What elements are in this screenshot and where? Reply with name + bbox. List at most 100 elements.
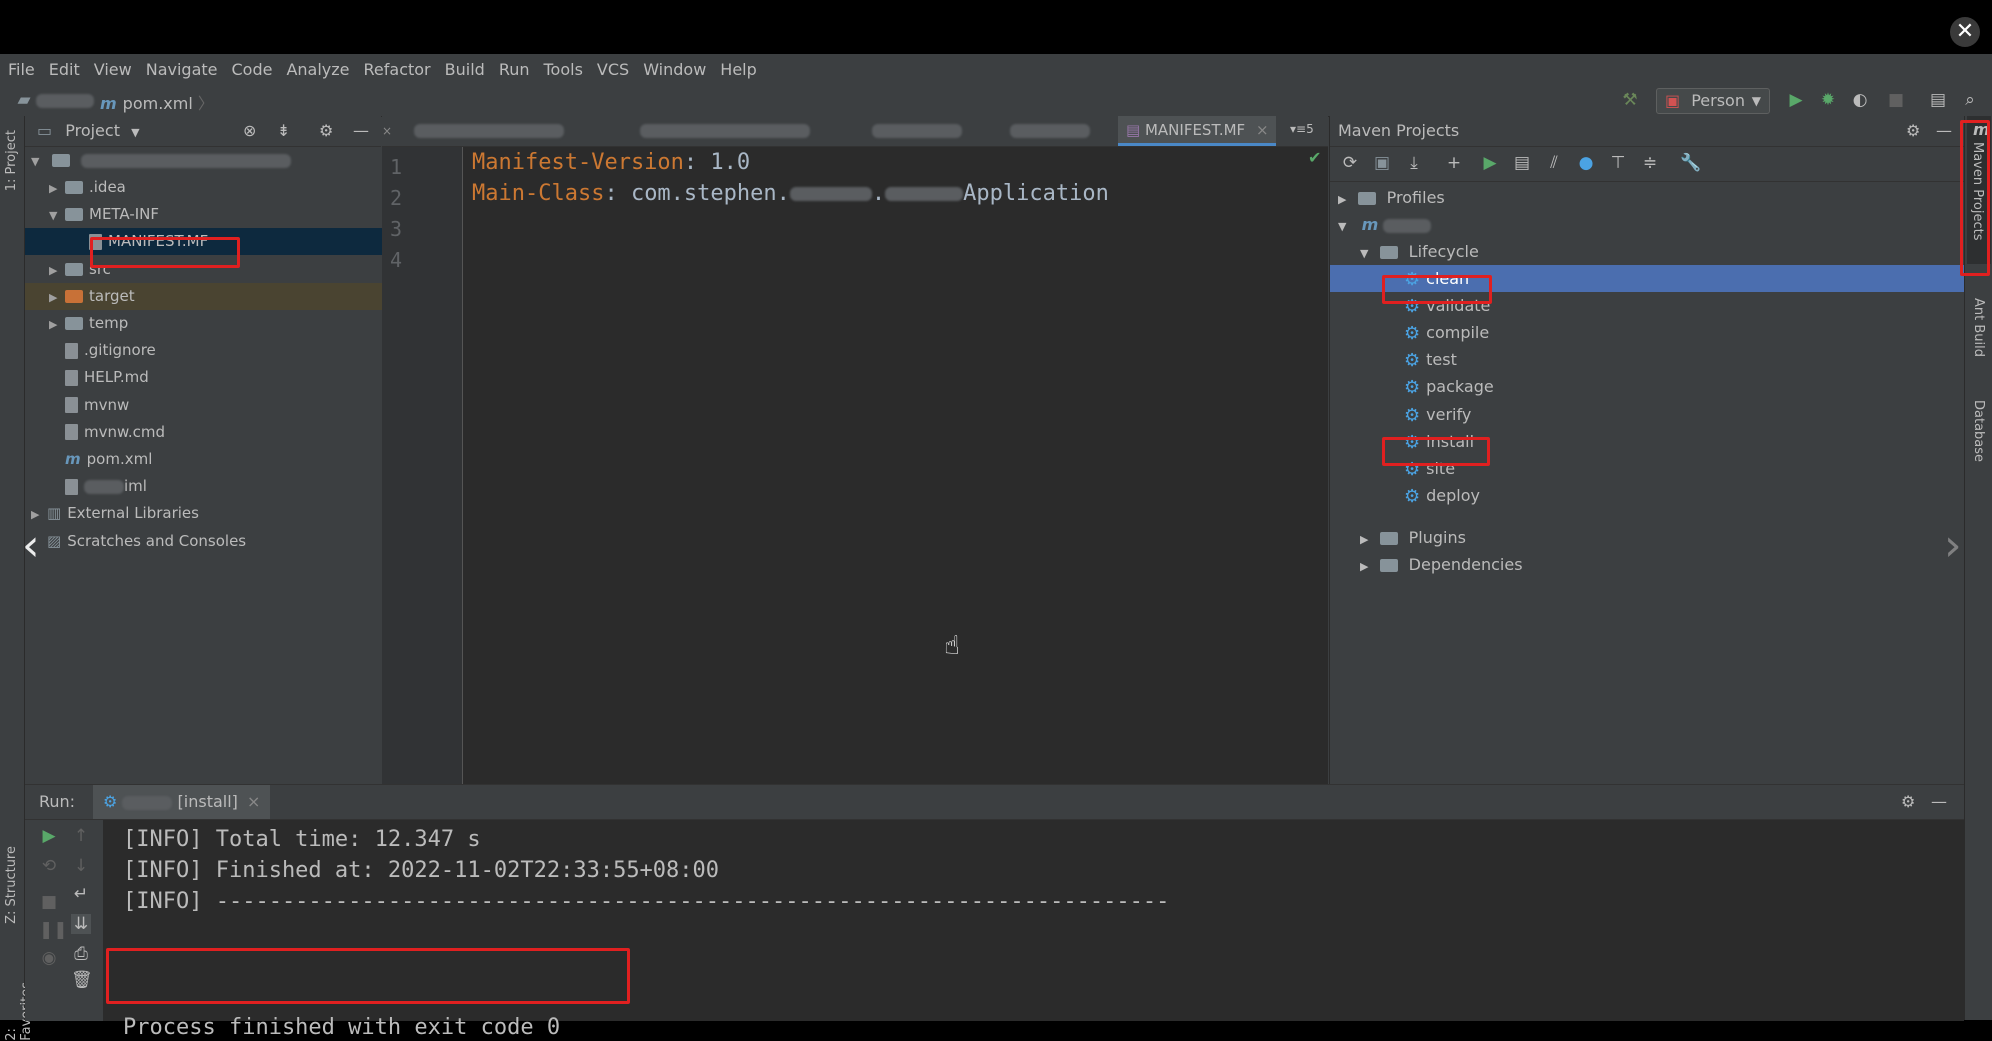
ant-build-tool-tab[interactable]: Ant Build [1971,298,1986,357]
run-configuration-select[interactable]: ▣ Person ▼ [1656,88,1770,114]
locate-icon[interactable]: ⊗ [243,116,256,146]
editor-tab-blurred[interactable] [414,124,564,138]
line-number: 3 [390,217,403,241]
inspection-ok-icon[interactable]: ✔ [1308,148,1321,167]
tree-item-mvnw[interactable]: mvnw [25,392,405,419]
coverage-icon[interactable]: ◐ [1850,90,1870,110]
tree-item-pom-xml[interactable]: m pom.xml [25,446,405,473]
print-icon[interactable]: ⎙ [71,944,91,964]
plugins-node[interactable]: ▶ Plugins [1330,524,1992,551]
collapse-all-icon[interactable]: ⇟ [277,116,290,146]
debug-icon[interactable]: ✹ [1818,90,1838,110]
project-root[interactable]: ▼ [25,147,387,174]
tree-item-gitignore[interactable]: .gitignore [25,337,405,364]
scroll-to-end-icon[interactable]: ⇊ [71,914,91,934]
run-tab-install[interactable]: ⚙ [install] × [93,785,271,819]
menu-item-analyze[interactable]: Analyze [286,60,349,79]
gear-icon[interactable]: ⚙ [1906,116,1920,146]
add-icon[interactable]: + [1444,153,1464,173]
tree-item-scratches-and-consoles[interactable]: ▨ Scratches and Consoles [25,528,387,555]
project-panel-title[interactable]: Project [65,121,120,140]
menu-item-run[interactable]: Run [499,60,530,79]
close-tab-icon[interactable]: × [382,124,392,138]
menu-item-edit[interactable]: Edit [49,60,80,79]
pause-icon[interactable]: ❚❚ [39,920,68,940]
tree-item-temp[interactable]: ▶ temp [25,310,405,337]
close-icon[interactable]: × [247,792,260,811]
menu-item-view[interactable]: View [94,60,132,79]
dependencies-node[interactable]: ▶ Dependencies [1330,551,1992,578]
generate-sources-icon[interactable]: ▣ [1372,153,1392,173]
maven-goal-test[interactable]: ⚙ test [1330,346,1992,373]
search-icon[interactable]: ⌕ [1960,90,1980,110]
trash-icon[interactable]: 🗑 [71,970,93,990]
menu-item-refactor[interactable]: Refactor [364,60,431,79]
next-arrow-icon[interactable]: › [1944,520,1962,571]
hide-icon[interactable]: — [1931,785,1947,819]
editor-tab-blurred[interactable] [640,124,810,138]
run-config-icon[interactable]: ▤ [1512,153,1532,173]
project-structure-icon[interactable]: ▤ [1928,90,1948,110]
menu-item-code[interactable]: Code [232,60,273,79]
chevron-down-icon[interactable]: ▼ [131,126,139,139]
tree-item-external-libraries[interactable]: ▶ ▥ External Libraries [25,500,387,527]
hide-icon[interactable]: — [353,116,369,146]
dependencies-label: Dependencies [1408,555,1523,574]
maven-goal-deploy[interactable]: ⚙ deploy [1330,482,1992,509]
tree-item-iml[interactable]: iml [25,473,405,500]
menu-item-help[interactable]: Help [720,60,756,79]
skip-tests-icon[interactable]: ● [1576,153,1596,173]
code-line[interactable]: Main-Class: com.stephen.. Application [472,181,1109,206]
rerun-failed-icon[interactable]: ⟲ [39,856,59,876]
maven-project-node[interactable]: ▼ m [1330,211,1972,238]
stop-icon[interactable]: ■ [39,892,59,912]
menu-item-navigate[interactable]: Navigate [146,60,218,79]
down-arrow-icon[interactable]: ↓ [71,856,91,876]
reload-icon[interactable]: ⟳ [1340,153,1360,173]
menu-item-window[interactable]: Window [643,60,706,79]
previous-arrow-icon[interactable]: ‹ [22,520,40,571]
tree-item-meta-inf[interactable]: ▼ META-INF [25,201,405,228]
tree-item-idea[interactable]: ▶ .idea [25,174,405,201]
menu-item-tools[interactable]: Tools [544,60,583,79]
close-icon[interactable]: × [1256,121,1269,139]
maven-goal-compile[interactable]: ⚙ compile [1330,319,1992,346]
show-dependencies-icon[interactable]: ⊤ [1608,153,1628,173]
gear-icon[interactable]: ⚙ [1901,785,1915,819]
database-tool-tab[interactable]: Database [1971,400,1986,462]
wrench-icon[interactable]: 🔧 [1680,153,1701,173]
collapse-all-icon[interactable]: ≑ [1640,153,1660,173]
maven-goal-verify[interactable]: ⚙ verify [1330,401,1992,428]
close-icon[interactable]: ✕ [1950,17,1980,47]
up-arrow-icon[interactable]: ↑ [71,826,91,846]
camera-icon[interactable]: ◉ [39,948,59,968]
toggle-offline-icon[interactable]: ⫽ [1544,153,1564,173]
run-icon[interactable]: ▶ [1786,90,1806,110]
lifecycle-node[interactable]: ▼ Lifecycle [1330,238,1992,265]
structure-tool-tab[interactable]: Z: Structure [4,846,19,924]
menu-item-vcs[interactable]: VCS [597,60,629,79]
tree-item-target[interactable]: ▶ target [25,282,405,310]
menu-item-file[interactable]: File [8,60,35,79]
gear-icon[interactable]: ⚙ [319,116,333,146]
breadcrumb-file[interactable]: pom.xml [123,94,193,113]
maven-goal-package[interactable]: ⚙ package [1330,373,1992,400]
tree-item-help-md[interactable]: HELP.md [25,364,405,391]
tree-item-mvnw-cmd[interactable]: mvnw.cmd [25,419,405,446]
rerun-icon[interactable]: ▶ [39,826,59,846]
soft-wrap-icon[interactable]: ↵ [71,884,91,904]
editor-tab-blurred[interactable] [1010,124,1090,138]
breadcrumb[interactable]: m pom.xml 〉 [100,90,214,114]
editor-tab-blurred[interactable] [872,124,962,138]
profiles-node[interactable]: ▶ Profiles [1330,184,1972,211]
download-icon[interactable]: ⤓ [1404,153,1424,173]
stop-icon[interactable]: ■ [1886,90,1906,110]
tabs-menu-icon[interactable]: ▾≡5 [1290,122,1314,136]
hide-icon[interactable]: — [1936,116,1952,146]
code-line[interactable]: Manifest-Version: 1.0 [472,150,750,175]
tab-manifest[interactable]: ▤ MANIFEST.MF × [1118,116,1276,146]
project-tool-tab[interactable]: 1: Project [4,130,19,191]
menu-item-build[interactable]: Build [445,60,485,79]
run-icon[interactable]: ▶ [1480,153,1500,173]
build-hammer-icon[interactable]: ⚒ [1620,90,1640,110]
